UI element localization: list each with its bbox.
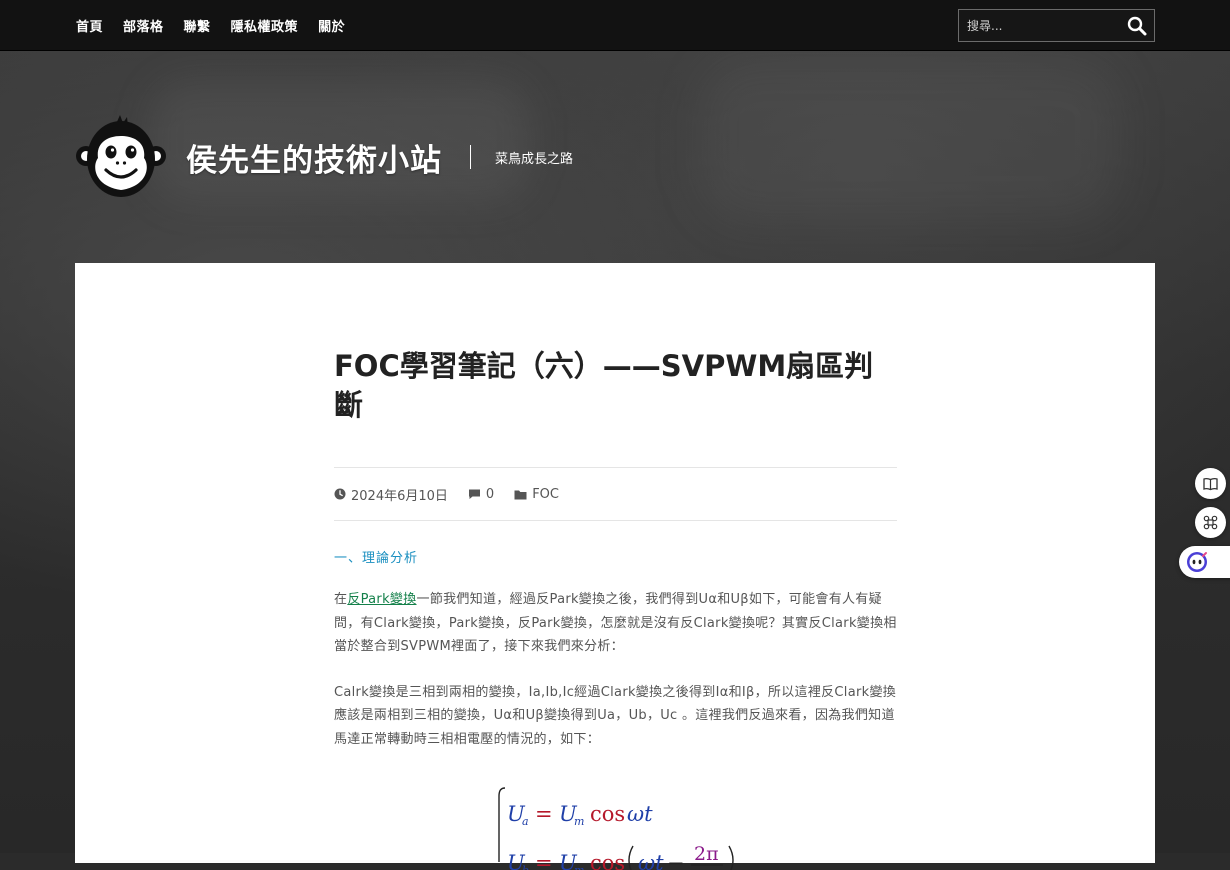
- paragraph-2: Calrk變換是三相到兩相的變換，Ia,Ib,Ic經過Clark變換之後得到Iα…: [334, 684, 897, 747]
- phase-voltage-equation: U a = U m cos ωt U b = U m cos ωt − 2π: [498, 787, 734, 870]
- post-title: FOC學習筆記（六）——SVPWM扇區判斷: [334, 349, 874, 422]
- post-article: FOC學習筆記（六）——SVPWM扇區判斷 2024年6月10日 0 FOC 一…: [334, 263, 897, 764]
- section-heading: 一、理論分析: [334, 551, 419, 566]
- site-tagline: 菜鳥成長之路: [495, 151, 574, 167]
- apps-button[interactable]: [1195, 507, 1226, 538]
- search-icon: [1127, 16, 1146, 35]
- svg-text:cos: cos: [590, 802, 625, 826]
- svg-text:2π: 2π: [694, 843, 719, 865]
- book-icon: [1203, 477, 1218, 490]
- svg-text:m: m: [574, 864, 584, 870]
- paragraph-text: 在: [334, 592, 348, 607]
- svg-text:−: −: [667, 851, 685, 870]
- command-icon: [1203, 515, 1218, 530]
- assistant-face-icon: [1187, 552, 1207, 572]
- top-navigation-bar: 首頁 部落格 聯繫 隱私權政策 關於: [0, 0, 1230, 51]
- post-comments: 0: [468, 487, 494, 502]
- paragraph-1: 在反Park變換一節我們知道，經過反Park變換之後，我們得到Uα和Uβ如下，可…: [334, 588, 897, 659]
- post-date: 2024年6月10日: [334, 485, 448, 504]
- main-menu: 首頁 部落格 聯繫 隱私權政策 關於: [76, 0, 345, 51]
- paragraph-text: 一節我們知道，經過反Park變換之後，我們得到Uα和Uβ如下，可能會有人有疑問，…: [334, 592, 897, 654]
- svg-text:a: a: [522, 815, 529, 828]
- svg-text:b: b: [522, 864, 529, 870]
- search-input[interactable]: [959, 10, 1119, 41]
- nav-item-about[interactable]: 關於: [318, 16, 345, 35]
- post-meta: 2024年6月10日 0 FOC: [334, 467, 897, 521]
- nav-item-contact[interactable]: 聯繫: [184, 16, 211, 35]
- nav-item-privacy[interactable]: 隱私權政策: [231, 16, 299, 35]
- title-divider: [470, 145, 471, 169]
- comment-icon: [468, 489, 480, 499]
- nav-item-home[interactable]: 首頁: [76, 16, 103, 35]
- svg-text:=: =: [535, 851, 553, 870]
- inverse-park-link[interactable]: 反Park變換: [347, 592, 416, 607]
- content-card: FOC學習筆記（六）——SVPWM扇區判斷 2024年6月10日 0 FOC 一…: [75, 263, 1155, 870]
- post-category: FOC: [514, 487, 559, 502]
- search-button[interactable]: [1119, 10, 1154, 41]
- svg-text:ωt: ωt: [638, 851, 664, 870]
- svg-text:cos: cos: [590, 851, 625, 870]
- category-link[interactable]: FOC: [532, 487, 559, 502]
- comments-count-link[interactable]: 0: [486, 487, 494, 502]
- clock-icon: [334, 488, 346, 500]
- monkey-logo-icon[interactable]: [76, 114, 166, 200]
- reader-mode-button[interactable]: [1195, 468, 1226, 499]
- assistant-button[interactable]: [1179, 546, 1230, 578]
- site-branding: 侯先生的技術小站 菜鳥成長之路: [76, 114, 573, 200]
- svg-text:m: m: [574, 815, 584, 828]
- nav-item-blog[interactable]: 部落格: [123, 16, 164, 35]
- search-form: [958, 9, 1155, 42]
- post-date-link[interactable]: 2024年6月10日: [351, 485, 448, 504]
- svg-text:ωt: ωt: [627, 802, 653, 826]
- folder-icon: [514, 490, 527, 499]
- background-blur: [700, 61, 1120, 221]
- svg-text:=: =: [535, 802, 553, 826]
- site-title[interactable]: 侯先生的技術小站: [186, 135, 442, 180]
